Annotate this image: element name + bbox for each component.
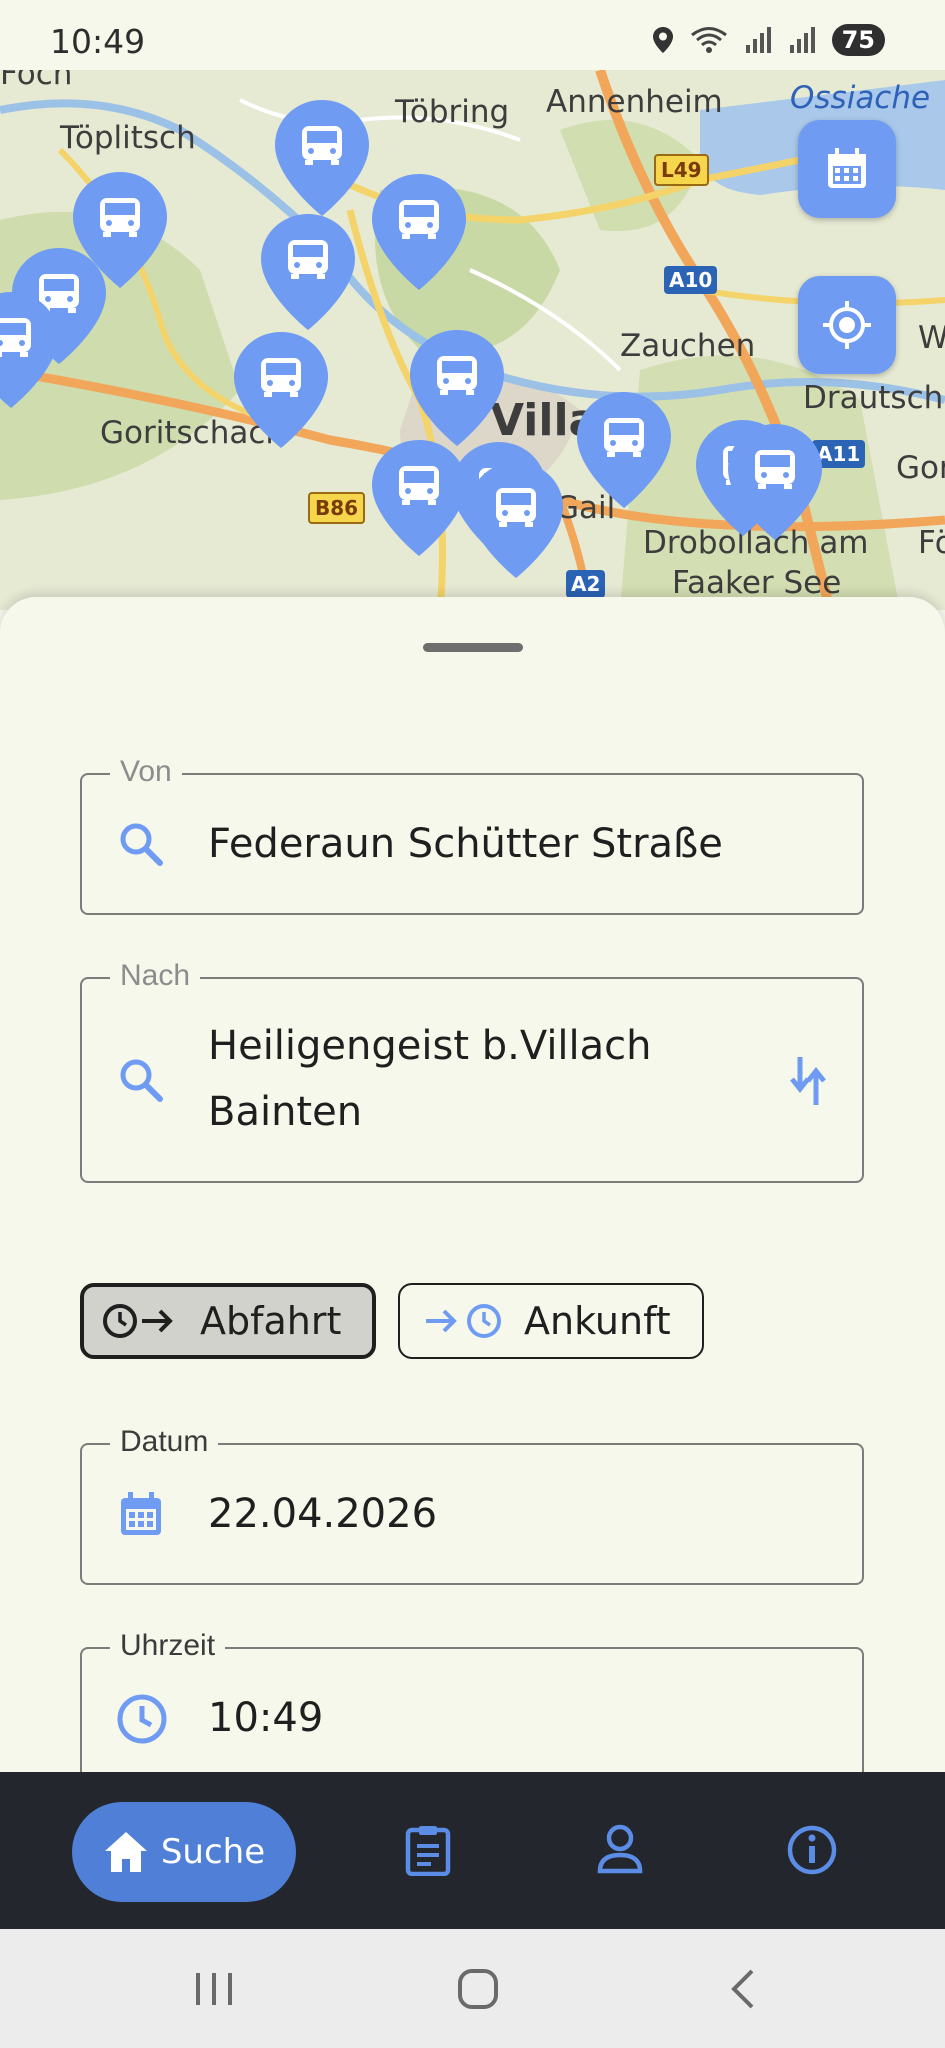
map-label-ossiach: Ossiache (790, 80, 931, 116)
map-label-zauchen: Zauchen (620, 328, 756, 364)
bus-stop-marker[interactable] (408, 328, 506, 448)
clock-arrow-icon (103, 1304, 173, 1338)
signal-icon (745, 27, 771, 53)
recent-apps-icon[interactable] (192, 1969, 236, 2009)
location-icon (652, 27, 673, 53)
map-label-annenheim: Annenheim (546, 84, 723, 120)
nav-search-button[interactable]: Suche (72, 1802, 296, 1902)
road-badge-a2: A2 (566, 570, 606, 598)
system-navigation (0, 1929, 945, 2048)
signal-icon-2 (789, 27, 815, 53)
from-value: Federaun Schütter Straße (208, 821, 723, 867)
swap-icon[interactable] (788, 1053, 828, 1109)
bottom-navigation: Suche (0, 1772, 945, 1929)
info-icon[interactable] (786, 1824, 838, 1876)
bus-stop-marker[interactable] (575, 390, 673, 510)
from-field[interactable]: Von Federaun Schütter Straße (80, 755, 864, 915)
calendar-icon (828, 148, 866, 188)
home-icon (104, 1832, 147, 1872)
bus-stop-marker[interactable] (232, 330, 330, 450)
arrow-clock-icon (426, 1304, 501, 1338)
map-view[interactable]: Föch Töplitsch Töbring Annenheim Ossiach… (0, 70, 945, 610)
road-badge-a10: A10 (664, 266, 718, 294)
search-sheet: Von Federaun Schütter Straße Nach Heilig… (0, 597, 945, 1772)
crosshair-icon (823, 301, 871, 349)
arrival-toggle[interactable]: Ankunft (398, 1283, 704, 1359)
map-label-w: W (918, 320, 945, 356)
map-label-drautsch: Drautsch (803, 380, 944, 416)
to-field[interactable]: Nach Heiligengeist b.Villach Bainten (80, 959, 864, 1183)
bus-stop-marker[interactable] (259, 212, 357, 332)
road-badge-b86: B86 (308, 492, 366, 524)
date-field[interactable]: Datum 22.04.2026 (80, 1425, 864, 1585)
bus-stop-marker[interactable] (0, 290, 60, 410)
to-value: Heiligengeist b.Villach Bainten (208, 1013, 652, 1145)
bus-stop-marker[interactable] (726, 422, 824, 542)
back-icon[interactable] (726, 1967, 760, 2011)
date-value: 22.04.2026 (208, 1491, 438, 1537)
time-label: Uhrzeit (110, 1629, 226, 1663)
to-value-line2: Bainten (208, 1089, 363, 1135)
wifi-icon (690, 27, 727, 53)
to-label: Nach (110, 959, 201, 993)
clock-icon (117, 1694, 167, 1744)
to-value-line1: Heiligengeist b.Villach (208, 1023, 652, 1069)
map-label-toebring: Töbring (395, 94, 510, 130)
calendar-button[interactable] (798, 120, 896, 218)
from-label: Von (110, 755, 182, 789)
bus-stop-marker[interactable] (467, 460, 565, 580)
status-time: 10:49 (50, 22, 146, 61)
clipboard-icon[interactable] (404, 1824, 452, 1876)
departure-label: Abfahrt (200, 1299, 342, 1343)
bus-stop-marker[interactable] (273, 98, 371, 218)
my-location-button[interactable] (798, 276, 896, 374)
status-icons: 75 (652, 24, 885, 56)
nav-search-label: Suche (160, 1832, 266, 1872)
map-label-gon: Gon (896, 450, 945, 486)
arrival-label: Ankunft (524, 1299, 671, 1343)
person-icon[interactable] (597, 1824, 643, 1874)
battery-indicator: 75 (831, 24, 885, 56)
map-label-foch: Föch (0, 70, 73, 92)
search-icon (120, 823, 163, 866)
map-label-fo: Fö (918, 525, 945, 561)
road-badge-l49: L49 (654, 154, 709, 186)
time-field[interactable]: Uhrzeit 10:49 (80, 1629, 864, 1772)
map-label-faaker: Faaker See (672, 565, 842, 601)
drag-handle[interactable] (423, 643, 523, 652)
status-bar: 10:49 75 (0, 0, 945, 70)
time-value: 10:49 (208, 1695, 324, 1741)
calendar-icon (121, 1492, 161, 1535)
bus-stop-marker[interactable] (370, 172, 468, 292)
departure-toggle[interactable]: Abfahrt (80, 1283, 376, 1359)
date-label: Datum (110, 1425, 219, 1459)
search-icon (120, 1059, 163, 1102)
home-system-icon[interactable] (456, 1967, 500, 2011)
map-label-toeplitsch: Töplitsch (60, 120, 196, 156)
